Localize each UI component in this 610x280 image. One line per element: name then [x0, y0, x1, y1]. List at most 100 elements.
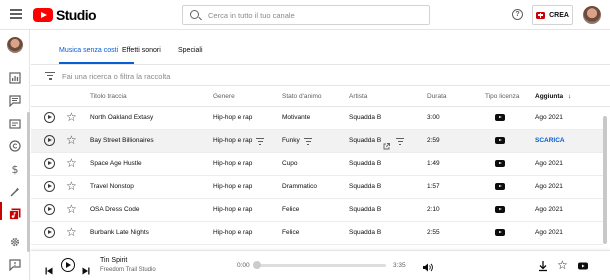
audio-library-icon[interactable]: [9, 208, 21, 220]
track-title: OSA Dress Code: [90, 206, 140, 213]
track-duration: 1:49: [427, 160, 440, 167]
track-genre: Hip-hop e rap: [213, 137, 253, 144]
youtube-license-icon: [495, 183, 505, 190]
table-row[interactable]: ☆ OSA Dress Code Hip-hop e rap Felice Sq…: [31, 199, 603, 222]
play-track-icon[interactable]: [44, 158, 55, 169]
download-icon[interactable]: [537, 259, 549, 272]
top-bar: Studio ? CREA: [0, 0, 610, 30]
track-mood: Felice: [282, 229, 300, 236]
star-icon[interactable]: ☆: [66, 179, 77, 193]
play-track-icon[interactable]: [44, 135, 55, 146]
table-row[interactable]: ☆ Space Age Hustle Hip-hop e rap Cupo Sq…: [31, 153, 603, 176]
next-track-icon[interactable]: [82, 262, 90, 275]
help-icon[interactable]: ?: [512, 9, 523, 20]
track-mood: Funky: [282, 137, 300, 144]
track-duration: 2:10: [427, 206, 440, 213]
track-artist: Squadda B: [349, 206, 382, 213]
youtube-license-icon: [495, 160, 505, 167]
table-header: Titolo traccia Genere Stato d'animo Arti…: [31, 87, 610, 107]
active-tab-underline: [59, 62, 134, 64]
filter-by-genre-icon[interactable]: [256, 138, 264, 145]
star-icon[interactable]: ☆: [66, 156, 77, 170]
account-avatar[interactable]: [583, 6, 601, 24]
channel-avatar[interactable]: [7, 37, 23, 53]
track-genre: Hip-hop e rap: [213, 229, 253, 236]
table-row[interactable]: ☆ North Oakland Extasy Hip-hop e rap Mot…: [31, 107, 603, 130]
track-genre: Hip-hop e rap: [213, 206, 253, 213]
now-playing-title: Tin Spirit: [100, 257, 128, 264]
comments-icon[interactable]: [9, 95, 21, 107]
tab-free-music[interactable]: Musica senza costi: [59, 47, 118, 54]
track-added: Ago 2021: [535, 160, 563, 167]
dashboard-icon[interactable]: [9, 72, 21, 84]
star-icon[interactable]: ☆: [66, 202, 77, 216]
progress-handle[interactable]: [253, 261, 261, 269]
star-icon[interactable]: ☆: [66, 225, 77, 239]
track-duration: 3:00: [427, 114, 440, 121]
create-video-icon: [536, 11, 546, 19]
header-artist[interactable]: Artista: [349, 93, 367, 100]
filter-by-mood-icon[interactable]: [304, 138, 312, 145]
table-scrollbar[interactable]: [603, 116, 607, 244]
table-row[interactable]: ☆ Travel Nonstop Hip-hop e rap Drammatic…: [31, 176, 603, 199]
feedback-icon[interactable]: [9, 259, 21, 271]
monetization-icon[interactable]: $: [9, 163, 21, 175]
audio-player: Tin Spirit Freedom Trail Studio 0:00 3:3…: [31, 250, 610, 280]
star-icon[interactable]: ☆: [66, 133, 77, 147]
track-mood: Drammatico: [282, 183, 318, 190]
youtube-logo-icon: [33, 8, 53, 22]
settings-icon[interactable]: [9, 236, 21, 248]
header-added[interactable]: Aggiunta ↓: [535, 93, 571, 100]
tab-starred[interactable]: Speciali: [178, 47, 203, 54]
copyright-icon[interactable]: [9, 140, 21, 152]
tab-sound-effects[interactable]: Effetti sonori: [122, 47, 161, 54]
header-mood[interactable]: Stato d'animo: [282, 93, 322, 100]
volume-icon[interactable]: [422, 260, 433, 272]
search-icon[interactable]: [190, 10, 199, 19]
search-input[interactable]: [208, 8, 423, 22]
active-nav-indicator: [0, 202, 2, 220]
star-icon[interactable]: ☆: [66, 110, 77, 124]
sidebar-scrollbar[interactable]: [27, 112, 30, 252]
track-duration: 1:57: [427, 183, 440, 190]
play-track-icon[interactable]: [44, 181, 55, 192]
previous-track-icon[interactable]: [45, 262, 53, 275]
track-title: Burbank Late Nights: [90, 229, 149, 236]
play-track-icon[interactable]: [44, 227, 55, 238]
subtitles-icon[interactable]: [9, 118, 21, 130]
track-genre: Hip-hop e rap: [213, 160, 253, 167]
download-link[interactable]: SCARICA: [535, 137, 565, 144]
header-genre[interactable]: Genere: [213, 93, 235, 100]
open-external-icon[interactable]: [383, 137, 390, 150]
youtube-license-icon: [577, 259, 589, 271]
track-duration: 2:55: [427, 229, 440, 236]
menu-icon[interactable]: [10, 9, 22, 19]
header-duration[interactable]: Durata: [427, 93, 447, 100]
studio-logo[interactable]: Studio: [33, 7, 97, 23]
track-mood: Felice: [282, 206, 300, 213]
header-license[interactable]: Tipo licenza: [485, 93, 519, 100]
create-button[interactable]: CREA: [532, 5, 573, 25]
youtube-license-icon: [495, 229, 505, 236]
sidebar: $: [0, 30, 30, 280]
svg-text:$: $: [12, 163, 19, 175]
player-star-icon[interactable]: ☆: [557, 259, 569, 271]
player-play-button[interactable]: [61, 258, 75, 272]
customization-icon[interactable]: [9, 186, 21, 198]
filter-by-artist-icon[interactable]: [396, 138, 404, 145]
play-track-icon[interactable]: [44, 112, 55, 123]
table-row[interactable]: ☆ Bay Street Billionaires Hip-hop e rap …: [31, 130, 603, 153]
header-added-label: Aggiunta: [535, 93, 564, 100]
track-added: Ago 2021: [535, 114, 563, 121]
track-genre: Hip-hop e rap: [213, 114, 253, 121]
track-mood: Motivante: [282, 114, 311, 121]
track-added: Ago 2021: [535, 229, 563, 236]
track-artist: Squadda B: [349, 160, 382, 167]
table-row[interactable]: ☆ Burbank Late Nights Hip-hop e rap Feli…: [31, 222, 603, 245]
progress-bar[interactable]: [256, 264, 386, 267]
filter-input[interactable]: [62, 69, 362, 83]
filter-icon[interactable]: [45, 72, 55, 80]
track-title: Space Age Hustle: [90, 160, 142, 167]
header-title[interactable]: Titolo traccia: [90, 93, 127, 100]
play-track-icon[interactable]: [44, 204, 55, 215]
